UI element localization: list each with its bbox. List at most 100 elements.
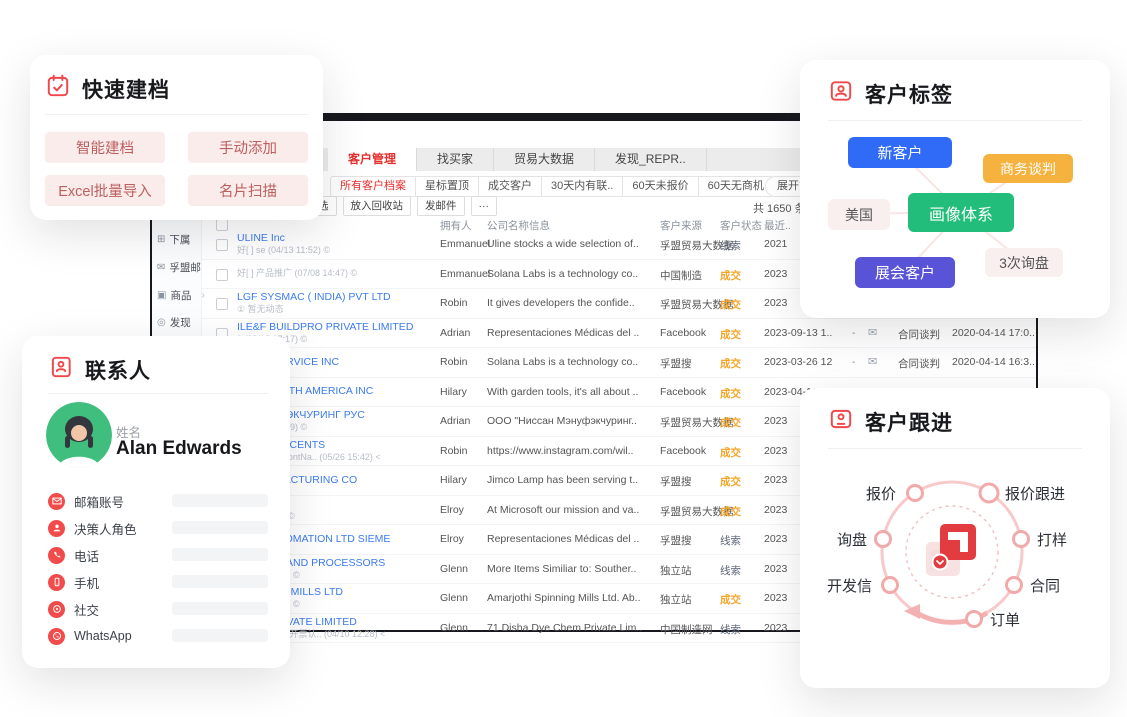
mail-icon[interactable]: ✉ xyxy=(868,355,877,368)
company-cell: LGF SYSMAC ( INDIA) PVT LTD ① 暂无动态 xyxy=(237,289,437,317)
owner-cell: Elroy xyxy=(440,533,464,545)
discover-icon: ◎ xyxy=(157,317,166,328)
status-badge: 成交 xyxy=(720,327,741,342)
send-mail-button[interactable]: 发邮件 xyxy=(417,196,465,216)
company-cell: ULINE Inc 好[ ] se (04/13 11:52) © xyxy=(237,230,437,258)
mail-icon[interactable]: ✉ xyxy=(868,326,877,339)
owner-cell: Hilary xyxy=(440,474,467,486)
status-badge: 线索 xyxy=(720,563,741,578)
sort-icon: ↕ xyxy=(487,218,492,228)
row-checkbox[interactable] xyxy=(216,239,228,251)
owner-cell: Robin xyxy=(440,445,467,457)
field-email: 邮箱账号 xyxy=(48,491,124,511)
subtab[interactable]: 所有客户档案 xyxy=(330,176,416,197)
bulk-toolbar: 选 放入回收站 发邮件 ··· xyxy=(310,196,497,216)
filter-subtabs: 所有客户档案星标置顶成交客户30天内有联..60天未报价60天无商机 xyxy=(330,176,774,197)
owner-cell: Adrian xyxy=(440,327,470,339)
company-info-cell: Solana Labs is a technology co.. xyxy=(487,356,653,368)
mail-icon xyxy=(48,493,65,510)
tab-trade-bigdata[interactable]: 贸易大数据 xyxy=(494,148,595,171)
row-checkbox[interactable] xyxy=(216,269,228,281)
avatar xyxy=(46,402,112,468)
tag-business-negotiation: 商务谈判 xyxy=(983,154,1073,183)
mail-icon: ✉ xyxy=(157,262,165,273)
recent-date-cell: 2023-03-26 12 xyxy=(764,356,840,368)
field-value-placeholder xyxy=(172,521,268,534)
company-activity: 好[ ] se (04/13 11:52) © xyxy=(237,245,437,256)
company-info-cell: Amarjothi Spinning Mills Ltd. Ab.. xyxy=(487,592,653,604)
sidebar-item-label: 商品 xyxy=(170,288,191,303)
manual-add-button[interactable]: 手动添加 xyxy=(188,132,308,163)
empty-cell: - xyxy=(852,356,856,368)
status-badge: 线索 xyxy=(720,533,741,548)
field-label: 决策人角色 xyxy=(74,519,137,538)
created-date-cell: 2020-04-14 17:0.. xyxy=(952,327,1036,339)
subtab[interactable]: 30天内有联.. xyxy=(542,176,623,197)
tag-connector-lines xyxy=(800,60,1110,318)
owner-cell: Robin xyxy=(440,356,467,368)
company-info-cell: It gives developers the confide.. xyxy=(487,297,653,309)
subtab[interactable]: 60天未报价 xyxy=(623,176,698,197)
fumao-logo xyxy=(926,524,976,576)
contact-book-icon xyxy=(48,354,74,385)
company-info-cell: Representaciones Médicas del .. xyxy=(487,533,653,545)
sidebar-item-label: 发现 xyxy=(170,315,191,330)
excel-import-button[interactable]: Excel批量导入 xyxy=(45,175,165,206)
status-badge: 成交 xyxy=(720,504,741,519)
owner-cell: Elroy xyxy=(440,504,464,516)
recycle-bin-button[interactable]: 放入回收站 xyxy=(343,196,412,216)
company-name-link[interactable]: LGF SYSMAC ( INDIA) PVT LTD xyxy=(237,291,437,304)
subtab[interactable]: 星标置顶 xyxy=(416,176,479,197)
field-mobile: 手机 xyxy=(48,572,99,592)
row-checkbox[interactable] xyxy=(216,298,228,310)
owner-cell: Robin xyxy=(440,297,467,309)
total-count: 共 1650 条 xyxy=(753,200,806,216)
page: 客户管理 找买家 贸易大数据 发现_REPR.. 所有客户档案星标置顶成交客户3… xyxy=(0,0,1127,717)
table-row[interactable]: RES @SERVICE INC Robin Solana Labs is a … xyxy=(202,348,1036,378)
status-badge: 成交 xyxy=(720,445,741,460)
field-value-placeholder xyxy=(172,548,268,561)
status-badge: 线索 xyxy=(720,238,741,253)
person-icon xyxy=(48,520,65,537)
company-name-link[interactable]: ULINE Inc xyxy=(237,232,437,245)
field-label: 社交 xyxy=(74,600,99,619)
id-badge-icon xyxy=(828,406,854,437)
sidebar-item-products[interactable]: ▣商品› xyxy=(157,288,205,303)
card-scan-button[interactable]: 名片扫描 xyxy=(188,175,308,206)
mobile-icon xyxy=(48,574,65,591)
status-badge: 成交 xyxy=(720,297,741,312)
stage-cell: 合同谈判 xyxy=(898,356,940,371)
field-label: 邮箱账号 xyxy=(74,492,124,511)
company-info-cell: ООО "Ниссан Мэнуфэкчуринг.. xyxy=(487,415,653,427)
social-icon xyxy=(48,601,65,618)
table-row[interactable]: ILE&F BUILDPRO PRIVATE LIMITED 9 (09/13 … xyxy=(202,319,1036,349)
step-quote: 报价 xyxy=(866,483,896,504)
smart-create-button[interactable]: 智能建档 xyxy=(45,132,165,163)
field-value-placeholder xyxy=(172,494,268,507)
tag-profile-system: 画像体系 xyxy=(908,193,1014,232)
empty-cell: - xyxy=(852,327,856,339)
owner-cell: Adrian xyxy=(440,415,470,427)
field-label: WhatsApp xyxy=(74,629,132,643)
tab-discover[interactable]: 发现_REPR.. xyxy=(595,148,707,171)
status-badge: 成交 xyxy=(720,415,741,430)
sidebar-item-fumao-mail[interactable]: ✉孚盟邮 xyxy=(157,260,201,275)
tab-find-buyers[interactable]: 找买家 xyxy=(417,148,494,171)
follow-up-card: 客户跟进 xyxy=(800,388,1110,688)
more-actions-button[interactable]: ··· xyxy=(471,196,498,216)
customer-tags-card: 客户标签 新客户 商务谈判 美国 画像体系 展会客户 3次询盘 xyxy=(800,60,1110,318)
field-label: 手机 xyxy=(74,573,99,592)
field-social: 社交 xyxy=(48,599,99,619)
subtab[interactable]: 成交客户 xyxy=(479,176,542,197)
field-decision-role: 决策人角色 xyxy=(48,518,137,538)
org-icon: ⊞ xyxy=(157,234,165,245)
subtab[interactable]: 60天无商机 xyxy=(699,176,774,197)
field-whatsapp: WhatsApp xyxy=(48,626,132,646)
sidebar-item-discover[interactable]: ◎ 发现 xyxy=(157,315,191,330)
company-activity: 好[ ] 产品推广 (07/08 14:47) © xyxy=(237,268,437,279)
created-date-cell: 2020-04-14 16:3.. xyxy=(952,356,1036,368)
tag-exhibition-customer: 展会客户 xyxy=(855,257,955,288)
sidebar-item-subordinates[interactable]: ⊞下属 xyxy=(157,232,190,247)
company-name-link[interactable]: ILE&F BUILDPRO PRIVATE LIMITED xyxy=(237,321,437,334)
tab-customer-management[interactable]: 客户管理 xyxy=(328,148,417,171)
